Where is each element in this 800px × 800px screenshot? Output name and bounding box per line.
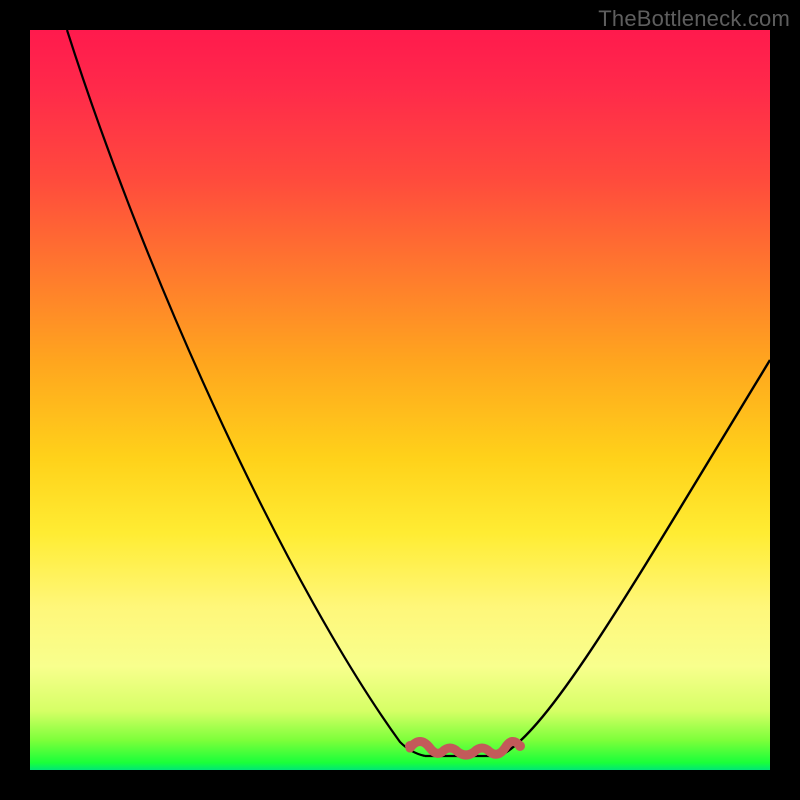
marker-dot-right — [515, 741, 525, 751]
curve-left — [67, 30, 425, 756]
marker-dot-left — [405, 741, 415, 751]
bottom-marker-band — [410, 741, 520, 755]
chart-frame: TheBottleneck.com — [0, 0, 800, 800]
watermark-text: TheBottleneck.com — [598, 6, 790, 32]
curve-right — [500, 360, 770, 756]
bottleneck-curve-svg — [30, 30, 770, 770]
